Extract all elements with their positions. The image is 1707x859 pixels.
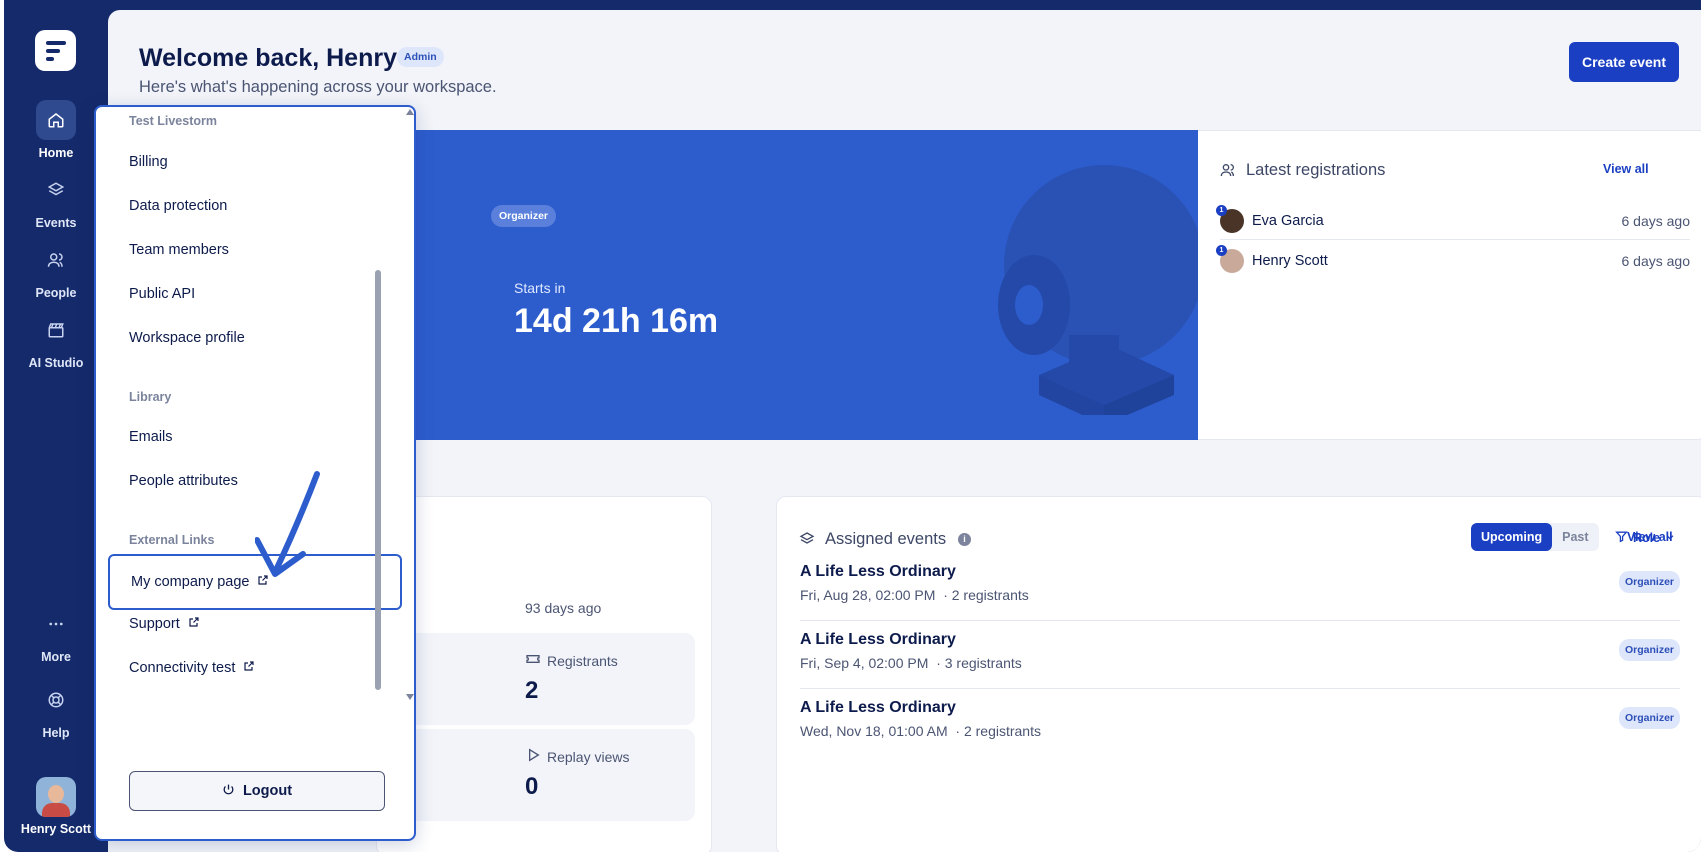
menu-item-workspace-profile[interactable]: Workspace profile	[129, 330, 245, 346]
registration-row[interactable]: 1 Henry Scott 6 days ago	[1216, 242, 1690, 280]
sidebar-item-people[interactable]: People	[4, 240, 108, 300]
menu-section-workspace: Test Livestorm	[129, 114, 217, 128]
hero-role-badge: Organizer	[491, 205, 557, 227]
clapper-icon	[36, 310, 76, 350]
event-stats-card: 93 days ago Registrants 2 Replay views 0	[376, 496, 712, 852]
starts-in-label: Starts in	[514, 280, 566, 296]
avatar[interactable]	[36, 777, 76, 817]
sidebar-item-label: Home	[38, 146, 74, 160]
page-subtitle: Here's what's happening across your work…	[139, 78, 497, 96]
menu-item-support[interactable]: Support	[129, 616, 200, 632]
latest-registrations-title: Latest registrations	[1220, 161, 1385, 180]
view-all-events-link[interactable]: View all	[1627, 530, 1673, 544]
event-age: 93 days ago	[525, 600, 602, 616]
sidebar-item-ai-studio[interactable]: AI Studio	[4, 310, 108, 370]
sidebar-item-label: Help	[42, 726, 70, 740]
logout-button[interactable]: Logout	[129, 771, 385, 811]
event-name[interactable]: A Life Less Ordinary	[800, 699, 956, 717]
event-row[interactable]: A Life Less Ordinary Fri, Sep 4, 02:00 P…	[800, 621, 1680, 689]
role-badge: Organizer	[1618, 707, 1680, 729]
countdown: 14d 21h 16m	[514, 302, 719, 340]
power-icon	[222, 783, 235, 800]
page-title: Welcome back, Henry	[139, 44, 397, 72]
avatar: 1	[1216, 245, 1244, 273]
event-row[interactable]: A Life Less Ordinary Wed, Nov 18, 01:00 …	[800, 689, 1680, 757]
lifebuoy-icon	[36, 680, 76, 720]
registrants-stat: Registrants 2	[377, 633, 695, 725]
scroll-down-icon[interactable]	[406, 694, 414, 700]
menu-item-data-protection[interactable]: Data protection	[129, 198, 227, 214]
scroll-up-icon[interactable]	[406, 109, 414, 115]
sidebar-item-label: People	[35, 286, 77, 300]
role-badge: Organizer	[1618, 639, 1680, 661]
menu-section-external-links: External Links	[129, 533, 215, 547]
sidebar-item-events[interactable]: Events	[4, 170, 108, 230]
info-icon[interactable]: i	[958, 533, 971, 546]
event-row[interactable]: A Life Less Ordinary Fri, Aug 28, 02:00 …	[800, 553, 1680, 621]
menu-section-library: Library	[129, 390, 172, 404]
sidebar-item-label: Events	[35, 216, 77, 230]
people-icon	[36, 240, 76, 280]
livestorm-logo[interactable]	[35, 30, 76, 71]
role-badge: Organizer	[1618, 571, 1680, 593]
layers-icon	[799, 531, 815, 552]
sidebar-item-label: More	[41, 650, 71, 664]
event-date: Fri, Aug 28, 02:00 PM · 2 registrants	[800, 587, 1029, 603]
sidebar-item-home[interactable]: Home	[4, 100, 108, 160]
assigned-events-title: Assigned events	[799, 530, 946, 549]
tab-upcoming[interactable]: Upcoming	[1471, 523, 1553, 551]
people-icon	[1220, 162, 1236, 183]
latest-registrations-card: Latest registrations View all 1 Eva Garc…	[1198, 130, 1701, 440]
sidebar-item-label: AI Studio	[28, 356, 84, 370]
event-date: Wed, Nov 18, 01:00 AM · 2 registrants	[800, 723, 1041, 739]
replay-stat: Replay views 0	[377, 729, 695, 821]
avatar: 1	[1216, 204, 1244, 233]
event-date: Fri, Sep 4, 02:00 PM · 3 registrants	[800, 655, 1022, 671]
menu-scroll-thumb[interactable]	[375, 270, 381, 690]
view-all-registrations-link[interactable]: View all	[1603, 162, 1649, 176]
sidebar-item-help[interactable]: Help	[4, 680, 108, 740]
menu-item-billing[interactable]: Billing	[129, 154, 168, 170]
play-icon	[525, 747, 541, 766]
user-name: Henry Scott	[20, 822, 92, 836]
create-event-button[interactable]: Create event	[1569, 42, 1679, 82]
sidebar-item-more[interactable]: More	[4, 604, 108, 664]
annotation-arrow-icon	[255, 471, 320, 577]
layers-icon	[36, 170, 76, 210]
external-link-icon	[188, 616, 200, 632]
home-icon	[36, 100, 76, 140]
time-filter-toggle: Upcoming Past	[1471, 523, 1599, 551]
ticket-icon	[525, 651, 541, 670]
external-link-icon	[243, 660, 255, 676]
event-name[interactable]: A Life Less Ordinary	[800, 563, 956, 581]
more-icon	[36, 604, 76, 644]
registration-row[interactable]: 1 Eva Garcia 6 days ago	[1216, 202, 1690, 240]
event-name[interactable]: A Life Less Ordinary	[800, 631, 956, 649]
next-event-hero[interactable]: Organizer Starts in 14d 21h 16m	[404, 130, 1198, 440]
role-badge: Admin	[397, 47, 444, 67]
menu-scrollbar[interactable]	[404, 107, 414, 839]
sidebar: Home Events People AI Studio More Help H…	[4, 0, 108, 852]
assigned-events-card: Assigned events i Upcoming Past Role Vie…	[776, 496, 1701, 852]
webcam-illustration	[998, 165, 1198, 415]
menu-item-people-attributes[interactable]: People attributes	[129, 473, 238, 489]
menu-item-connectivity-test[interactable]: Connectivity test	[129, 660, 255, 676]
tab-past[interactable]: Past	[1552, 523, 1598, 551]
menu-item-emails[interactable]: Emails	[129, 429, 173, 445]
app-frame: Home Events People AI Studio More Help H…	[4, 0, 1701, 852]
menu-item-team-members[interactable]: Team members	[129, 242, 229, 258]
menu-item-public-api[interactable]: Public API	[129, 286, 195, 302]
